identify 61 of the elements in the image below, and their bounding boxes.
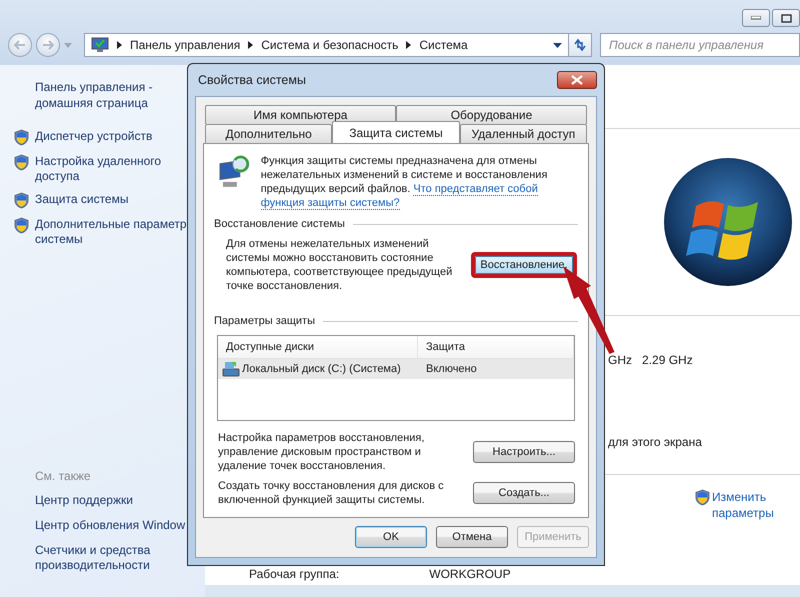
table-cell: Включено — [426, 363, 477, 375]
tab[interactable]: Оборудование — [396, 105, 587, 124]
restore-description: Для отмены нежелательных изменений системы можно восстановить состояние компьютера, соответствующее предыдущей точке восстановления. — [226, 237, 454, 293]
dialog-title: Свойства системы — [198, 73, 306, 87]
tab[interactable]: Защита системы — [332, 121, 460, 143]
breadcrumb-item[interactable]: Система — [419, 38, 468, 52]
chevron-icon — [117, 41, 122, 49]
minimize-button[interactable] — [742, 9, 770, 27]
description-text: Функция защиты системы предназначена для отмены нежелательных изменений в системе и восстановления предыдущих версий файлов. Что представляет собой функция защиты системы? — [260, 154, 548, 210]
tab[interactable]: Удаленный доступ — [460, 124, 587, 143]
dropdown-caret-icon[interactable] — [553, 42, 562, 48]
tab[interactable]: Дополнительно — [205, 124, 332, 143]
breadcrumb-item[interactable]: Панель управления — [130, 38, 240, 52]
group-heading: Восстановление системы — [214, 218, 345, 230]
group-heading: Параметры защиты — [214, 315, 315, 327]
shield-icon — [14, 129, 29, 146]
dialog-button[interactable]: Отмена — [436, 526, 508, 548]
create-description: Создать точку восстановления для дисков с включенной функцией защиты системы. — [218, 479, 445, 507]
sidebar-link[interactable]: Диспетчер устройств — [35, 129, 152, 144]
breadcrumb-item[interactable]: Система и безопасность — [261, 38, 398, 52]
table-row[interactable]: Локальный диск (C:) (Система) Включено — [218, 359, 574, 379]
sidebar-link[interactable]: Счетчики и средства производительности — [35, 543, 175, 573]
refresh-button[interactable] — [568, 33, 592, 57]
close-button[interactable] — [557, 71, 597, 89]
search-field[interactable]: Поиск в панели управления — [600, 33, 800, 57]
table-cell: Локальный диск (C:) (Система) — [242, 363, 401, 375]
shield-icon — [695, 489, 710, 506]
help-link[interactable]: Что представляет собой — [413, 183, 538, 196]
workgroup-label: Рабочая группа: — [249, 567, 340, 581]
computer-restore-icon — [217, 154, 251, 190]
create-button[interactable]: Создать... — [473, 482, 575, 504]
processor-speed-text: GHz 2.29 GHz — [608, 353, 693, 367]
column-header[interactable]: Защита — [418, 336, 574, 358]
maximize-button[interactable] — [772, 9, 800, 27]
back-arrow-icon — [14, 40, 26, 50]
shield-icon — [14, 154, 29, 171]
configure-button[interactable]: Настроить... — [473, 441, 575, 463]
refresh-icon — [573, 38, 587, 52]
help-link-continued[interactable]: функция защиты системы? — [260, 197, 400, 210]
shield-icon — [14, 217, 29, 234]
minimize-icon — [751, 16, 761, 20]
dialog-button[interactable]: OK — [355, 526, 427, 548]
workgroup-value: WORKGROUP — [429, 567, 511, 581]
shield-icon — [14, 192, 29, 209]
maximize-icon — [780, 14, 792, 22]
address-bar[interactable]: Панель управления Система и безопасность Система — [84, 33, 569, 57]
computer-icon — [91, 37, 109, 53]
tab[interactable]: Имя компьютера — [205, 105, 396, 124]
disk-drive-icon — [222, 361, 240, 377]
see-also-heading: См. также — [35, 469, 92, 483]
chevron-icon — [406, 41, 412, 49]
column-header[interactable]: Доступные диски — [218, 336, 418, 358]
forward-arrow-icon — [42, 40, 54, 50]
logo-orb-icon — [662, 156, 794, 288]
configure-description: Настройка параметров восстановления, управление дисковым пространством и удаление точек восстановления. — [218, 431, 426, 473]
change-settings-link[interactable]: Изменить параметры — [712, 489, 792, 521]
sidebar-link[interactable]: Защита системы — [35, 192, 128, 207]
close-icon — [571, 75, 583, 85]
display-info-text: для этого экрана — [608, 435, 702, 449]
chevron-icon — [248, 41, 254, 49]
restore-button[interactable]: Восстановление. — [475, 256, 573, 274]
